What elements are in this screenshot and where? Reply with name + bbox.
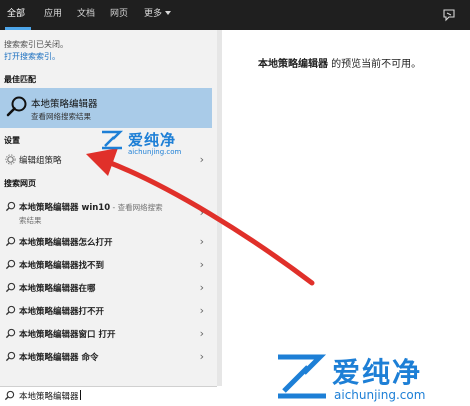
web-result-query: 本地策略编辑器 [19,330,79,340]
watermark-url: aichunjing.com [128,148,182,156]
web-result-extra: 在哪 [78,284,96,294]
search-icon [5,351,16,362]
web-result-query: 本地策略编辑器 [19,261,79,271]
search-icon [5,282,16,293]
search-icon [5,236,16,247]
tab-more-label: 更多 [144,9,163,19]
chevron-down-icon [165,11,172,15]
web-result-item[interactable]: 本地策略编辑器在哪 › [0,277,212,299]
settings-item-label: 编辑组策略 [19,156,62,166]
chevron-right-icon: › [199,304,204,317]
preview-message: 本地策略编辑器 的预览当前不可用。 [258,55,421,70]
search-scope-bar: 全部 应用 文档 网页 更多 [0,0,470,30]
chevron-right-icon: › [199,153,204,166]
search-icon [5,305,16,316]
gear-icon [5,154,16,165]
web-result-suffix: - 查看网络搜索 [110,203,163,212]
search-input-value: 本地策略编辑器 [19,392,79,402]
search-input[interactable]: 本地策略编辑器 [19,390,81,402]
watermark-name: 爱纯净 [332,356,423,389]
web-result-extra: 窗口 打开 [78,330,116,340]
feedback-icon[interactable] [442,8,456,22]
search-icon [6,96,27,117]
watermark-icon [102,130,124,150]
index-notice: 搜索索引已关闭。 [4,40,68,49]
watermark-logo-small: 爱纯净 aichunjing.com [100,128,192,158]
tab-documents[interactable]: 文档 [77,0,95,30]
web-result-item[interactable]: 本地策略编辑器 win10 - 查看网络搜索 索结果 › [0,196,212,230]
preview-panel [222,30,470,386]
preview-unavailable-text: 的预览当前不可用。 [328,59,422,70]
enable-index-link[interactable]: 打开搜索索引。 [4,51,60,62]
web-result-item[interactable]: 本地策略编辑器窗口 打开 › [0,323,212,345]
search-icon [5,201,16,212]
chevron-right-icon: › [199,235,204,248]
watermark-name: 爱纯净 [128,131,177,149]
web-result-item[interactable]: 本地策略编辑器 命令 › [0,346,212,368]
watermark-url: aichunjing.com [334,388,426,402]
watermark-logo-large: 爱纯净 aichunjing.com [272,345,470,406]
web-result-extra: 命令 [78,353,99,363]
web-result-query: 本地策略编辑器 [19,307,79,317]
search-box-border [0,386,217,387]
web-result-subtitle: 索结果 [19,216,42,225]
text-caret [79,390,81,400]
web-result-extra: win10 [78,203,111,213]
web-result-item[interactable]: 本地策略编辑器怎么打开 › [0,231,212,253]
web-result-query: 本地策略编辑器 [19,284,79,294]
web-result-extra: 打不开 [78,307,105,317]
web-result-item[interactable]: 本地策略编辑器打不开 › [0,300,212,322]
web-result-query: 本地策略编辑器 [19,353,79,363]
web-result-query: 本地策略编辑器 [19,203,79,213]
chevron-right-icon: › [199,350,204,363]
best-match-title: 本地策略编辑器 [31,99,98,110]
web-result-query: 本地策略编辑器 [19,238,79,248]
chevron-right-icon: › [199,327,204,340]
results-panel: 搜索索引已关闭。 打开搜索索引。 最佳匹配 本地策略编辑器 查看网络搜索结果 设… [0,30,217,386]
tab-all[interactable]: 全部 [7,0,25,30]
tab-apps[interactable]: 应用 [44,0,62,30]
web-result-item[interactable]: 本地策略编辑器找不到 › [0,254,212,276]
tab-more[interactable]: 更多 [144,0,172,30]
section-settings: 设置 [4,136,20,145]
best-match-item[interactable]: 本地策略编辑器 查看网络搜索结果 [0,88,212,128]
watermark-icon [278,354,327,399]
chevron-right-icon: › [199,281,204,294]
search-icon [5,259,16,270]
preview-app-name: 本地策略编辑器 [258,59,328,70]
section-best-match: 最佳匹配 [4,75,36,84]
tab-web[interactable]: 网页 [110,0,128,30]
search-icon [5,328,16,339]
chevron-right-icon: › [199,258,204,271]
web-result-extra: 找不到 [78,261,105,271]
section-web: 搜索网页 [4,179,36,188]
web-result-extra: 怎么打开 [78,238,113,248]
search-icon [4,390,15,401]
chevron-right-icon: › [199,206,204,219]
best-match-subtitle: 查看网络搜索结果 [31,112,91,121]
